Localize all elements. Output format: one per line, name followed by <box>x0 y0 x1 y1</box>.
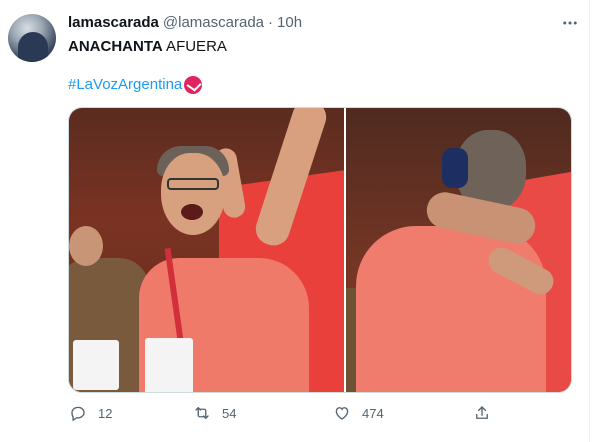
reply-count: 12 <box>98 405 113 421</box>
display-name[interactable]: lamascarada <box>68 14 159 31</box>
hashtag-link[interactable]: #LaVozArgentina <box>68 76 182 94</box>
photo-1-head <box>161 153 225 235</box>
retweet-icon <box>192 403 212 423</box>
share-button[interactable] <box>472 398 492 428</box>
photo-1-glasses <box>167 178 219 190</box>
like-count: 474 <box>362 405 384 421</box>
tweet-text-bold: ANACHANTA <box>68 38 163 55</box>
more-options-icon[interactable] <box>560 14 580 32</box>
photo-1-mouth <box>181 204 203 220</box>
tweet-text-rest: AFUERA <box>162 38 227 55</box>
retweet-button[interactable]: 54 <box>192 398 236 428</box>
photo-2[interactable] <box>345 108 571 392</box>
action-bar: 12 54 474 <box>58 398 558 428</box>
tweet-text: ANACHANTA AFUERA <box>68 38 227 56</box>
share-icon <box>472 403 492 423</box>
timestamp[interactable]: 10h <box>277 14 302 31</box>
hashtag-line: #LaVozArgentina <box>68 76 203 94</box>
heart-icon <box>332 403 352 423</box>
photo-1-credential <box>145 338 193 392</box>
reply-icon <box>68 403 88 423</box>
tweet-card[interactable]: lamascarada @lamascarada · 10h ANACHANTA… <box>0 0 590 442</box>
avatar-figure <box>18 32 48 62</box>
photo-1-credential-left <box>73 340 119 390</box>
user-handle[interactable]: @lamascarada <box>163 14 264 31</box>
photo-1-person-left-head <box>69 226 103 266</box>
separator-dot: · <box>268 14 274 31</box>
photo-2-back <box>355 226 546 392</box>
like-button[interactable]: 474 <box>332 398 384 428</box>
photo-2-headset <box>441 148 468 188</box>
avatar[interactable] <box>8 14 56 62</box>
retweet-count: 54 <box>222 405 237 421</box>
hashflag-icon <box>184 76 203 94</box>
tweet-header: lamascarada @lamascarada · 10h <box>68 14 302 32</box>
reply-button[interactable]: 12 <box>68 398 112 428</box>
media-grid <box>68 107 572 393</box>
photo-1[interactable] <box>69 108 344 392</box>
